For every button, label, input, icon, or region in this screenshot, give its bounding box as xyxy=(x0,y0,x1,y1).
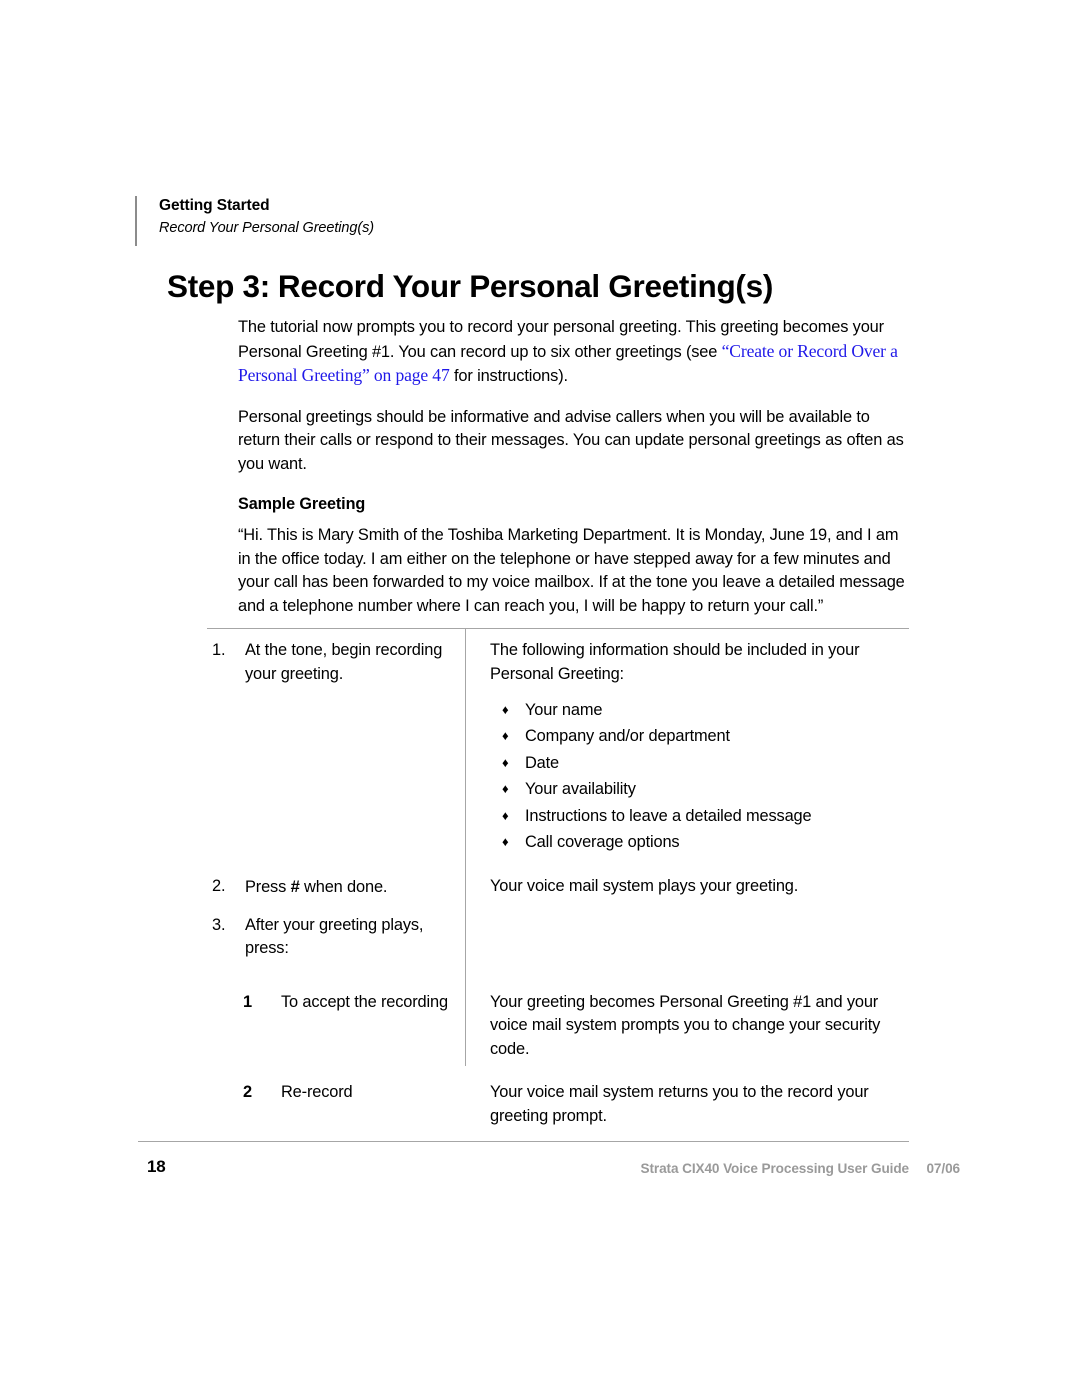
procedure-column-divider xyxy=(465,629,466,1066)
intro-paragraph-1: The tutorial now prompts you to record y… xyxy=(238,316,910,389)
sample-greeting-quote: “Hi. This is Mary Smith of the Toshiba M… xyxy=(238,526,905,615)
procedure-row-step-2: 2. Press # when done. Your voice mail sy… xyxy=(207,875,909,900)
list-item: ♦ Call coverage options xyxy=(490,829,909,855)
diamond-bullet-icon: ♦ xyxy=(502,834,509,850)
step-1-result-intro: The following information should be incl… xyxy=(490,641,860,683)
diamond-bullet-icon: ♦ xyxy=(502,781,509,797)
procedure-step-1-action-cell: 1. At the tone, begin recording your gre… xyxy=(207,639,465,686)
procedure-table: 1. At the tone, begin recording your gre… xyxy=(207,628,909,1128)
step-2-text-before-key: Press xyxy=(245,878,291,897)
procedure-step-1-result-cell: The following information should be incl… xyxy=(465,639,909,855)
footer-date: 07/06 xyxy=(926,1161,960,1176)
step-2-text-after-key: when done. xyxy=(299,878,388,897)
list-item: ♦ Your availability xyxy=(490,776,909,802)
list-item: ♦ Date xyxy=(490,750,909,776)
step-1-action-text: At the tone, begin recording your greeti… xyxy=(245,641,443,683)
option-2-result-cell: Your voice mail system returns you to th… xyxy=(465,1081,909,1128)
procedure-body: 1. At the tone, begin recording your gre… xyxy=(207,629,909,1128)
footer-rule xyxy=(138,1141,909,1142)
procedure-row-step-1: 1. At the tone, begin recording your gre… xyxy=(207,639,909,855)
sample-greeting-heading: Sample Greeting xyxy=(238,495,366,513)
page-title-step: Step 3: xyxy=(167,268,270,304)
running-header: Getting Started Record Your Personal Gre… xyxy=(135,196,374,246)
option-2-label: Re-record xyxy=(281,1083,353,1102)
option-2-result-text: Your voice mail system returns you to th… xyxy=(490,1083,869,1125)
greeting-contents-list: ♦ Your name ♦ Company and/or department ♦ D… xyxy=(490,697,909,855)
procedure-step-3-action-cell: 3. After your greeting plays, press: xyxy=(207,914,465,961)
page-title: Step 3: Record Your Personal Greeting(s) xyxy=(167,268,773,305)
list-item-label: Call coverage options xyxy=(525,833,680,852)
page-title-name: Record Your Personal Greeting(s) xyxy=(277,268,774,304)
intro-paragraph-2: Personal greetings should be informative… xyxy=(238,407,904,473)
step-3-action-text: After your greeting plays, press: xyxy=(245,915,424,958)
document-page: Getting Started Record Your Personal Gre… xyxy=(0,0,1080,1397)
step-2-result-text: Your voice mail system plays your greeti… xyxy=(490,877,799,896)
body-column: The tutorial now prompts you to record y… xyxy=(238,316,910,618)
list-item: ♦ Company and/or department xyxy=(490,723,909,749)
diamond-bullet-icon: ♦ xyxy=(502,728,509,744)
step-2-number: 2. xyxy=(212,877,226,896)
page-number: 18 xyxy=(147,1157,166,1176)
keypad-key-pound: # xyxy=(290,877,300,897)
option-1-result-text: Your greeting becomes Personal Greeting … xyxy=(490,992,881,1058)
step-3-number: 3. xyxy=(212,915,226,934)
list-item-label: Date xyxy=(525,753,560,772)
header-section-title: Record Your Personal Greeting(s) xyxy=(159,220,374,236)
procedure-step-2-result-cell: Your voice mail system plays your greeti… xyxy=(465,875,909,899)
option-1-result-cell: Your greeting becomes Personal Greeting … xyxy=(465,991,909,1062)
procedure-row-step-3: 3. After your greeting plays, press: xyxy=(207,914,909,961)
header-chapter-title: Getting Started xyxy=(159,197,270,214)
diamond-bullet-icon: ♦ xyxy=(502,807,509,823)
diamond-bullet-icon: ♦ xyxy=(502,754,509,770)
list-item: ♦ Your name xyxy=(490,697,909,723)
keypad-key-1: 1 xyxy=(243,992,252,1011)
procedure-step-2-action-cell: 2. Press # when done. xyxy=(207,875,465,900)
list-item: ♦ Instructions to leave a detailed messag… xyxy=(490,803,909,829)
diamond-bullet-icon: ♦ xyxy=(502,702,509,717)
step-1-number: 1. xyxy=(212,641,226,659)
list-item-label: Instructions to leave a detailed message xyxy=(525,806,812,825)
procedure-row-option-1: 1 To accept the recording Your greeting … xyxy=(207,991,909,1062)
procedure-row-option-2: 2 Re-record Your voice mail system retur… xyxy=(207,1081,909,1128)
option-1-action-cell: 1 To accept the recording xyxy=(207,991,465,1015)
list-item-label: Company and/or department xyxy=(525,727,730,746)
step-2-action-text: Press # when done. xyxy=(245,875,449,900)
list-item-label: Your name xyxy=(525,701,603,719)
intro-p1-text-after: for instructions). xyxy=(449,367,568,385)
option-2-action-cell: 2 Re-record xyxy=(207,1081,465,1105)
footer-guide-title: Strata CIX40 Voice Processing User Guide xyxy=(640,1161,910,1176)
list-item-label: Your availability xyxy=(525,780,636,799)
option-1-label: To accept the recording xyxy=(281,992,448,1011)
keypad-key-2: 2 xyxy=(243,1083,252,1102)
